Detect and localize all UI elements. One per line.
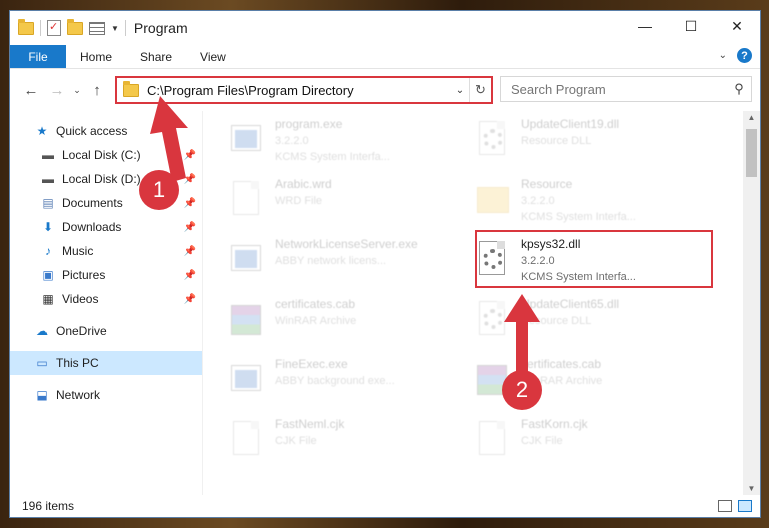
step-badge-1: 1 (139, 170, 179, 210)
annotation-arrows (150, 96, 540, 382)
arrow-2-icon (504, 294, 540, 382)
step-badge-2: 2 (502, 370, 542, 410)
arrow-1-icon (150, 96, 188, 182)
